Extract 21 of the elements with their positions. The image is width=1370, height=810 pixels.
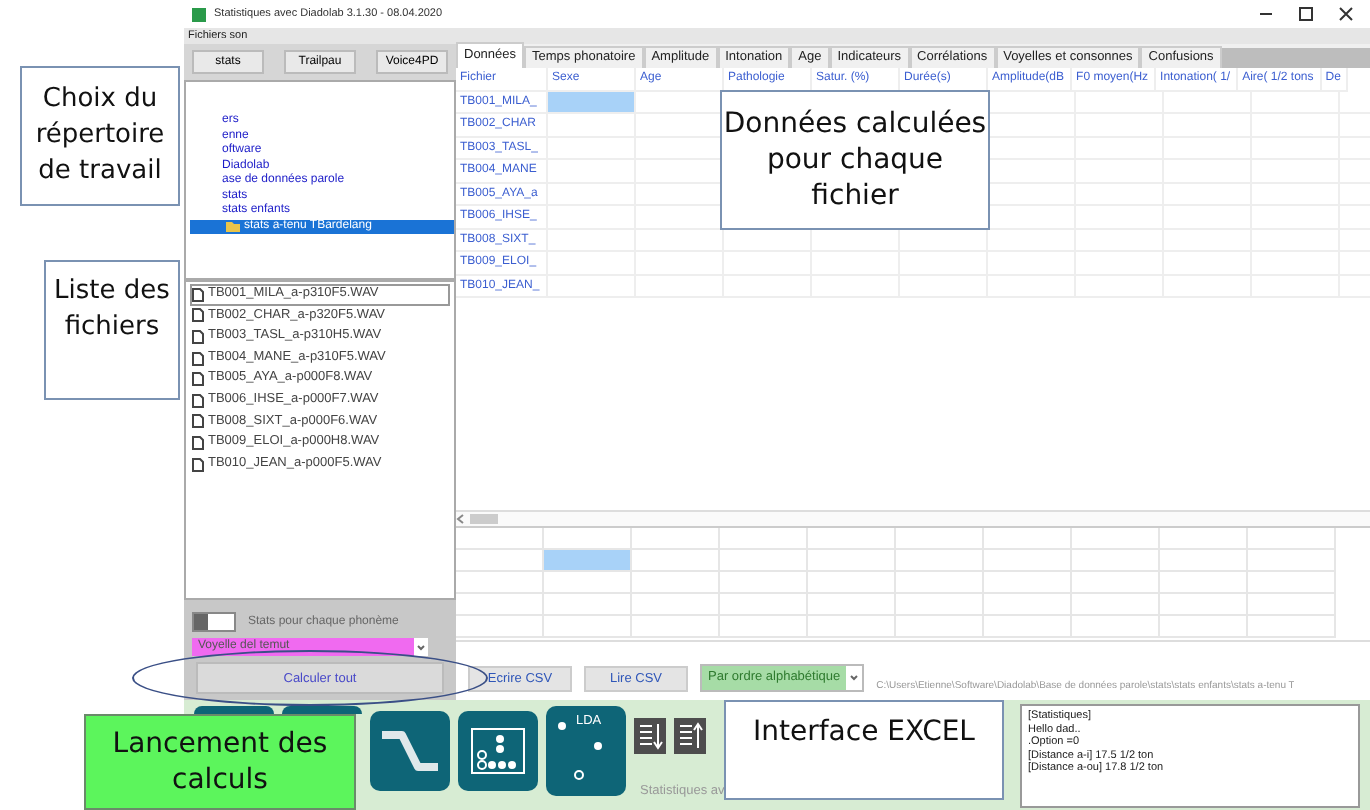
- tool-button[interactable]: [194, 706, 274, 714]
- scrollbar[interactable]: [456, 510, 1370, 528]
- curve-tool-button[interactable]: [370, 706, 450, 796]
- callout: Données calculées pour chaque fichier: [720, 90, 990, 230]
- callout: Choix du répertoire de travail: [20, 66, 180, 206]
- dots-tool-button[interactable]: [458, 706, 538, 796]
- close-icon[interactable]: [1338, 6, 1354, 22]
- folder-icon: [226, 220, 240, 233]
- sort-descending-icon[interactable]: [634, 718, 666, 754]
- chevron-down-icon: [846, 670, 863, 686]
- callout: Lancement des calculs: [84, 714, 356, 810]
- app-icon: [192, 7, 206, 21]
- scrollbar-thumb[interactable]: [470, 514, 498, 524]
- callout: Interface EXCEL: [724, 700, 1004, 800]
- sort-ascending-icon[interactable]: [674, 718, 706, 754]
- maximize-icon[interactable]: [1298, 6, 1314, 22]
- tool-button[interactable]: [282, 706, 362, 714]
- callout: Liste des fichiers: [44, 260, 180, 400]
- toggle-switch[interactable]: [192, 612, 236, 632]
- chevron-down-icon: [414, 638, 428, 656]
- scroll-left-icon[interactable]: [456, 514, 466, 524]
